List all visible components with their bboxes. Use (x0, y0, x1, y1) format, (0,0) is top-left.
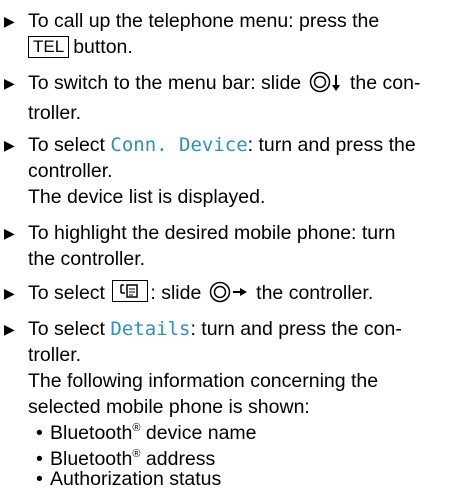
step-text: To select Details: turn and press the co… (28, 316, 454, 368)
step-text-part: To select (28, 134, 105, 156)
step-marker-icon: ▶ (4, 13, 15, 29)
step-result-part: The following information concerning the (28, 370, 379, 392)
step-select-conn-device: ▶ To select Conn. Device: turn and press… (4, 132, 454, 210)
phonebook-icon (112, 280, 149, 302)
step-text-part: troller. (28, 102, 82, 124)
step-marker-icon: ▶ (4, 137, 15, 153)
bullet-text: Bluetooth (50, 422, 133, 444)
step-text: To switch to the menu bar: slide the con… (28, 70, 454, 126)
list-item-authorization-status: • Authorization status (36, 466, 221, 492)
step-text-part: troller. (28, 344, 82, 366)
list-item-device-name: • Bluetooth® device name (36, 420, 257, 446)
step-call-telephone-menu: ▶ To call up the telephone menu: press t… (4, 8, 454, 60)
step-text-part: : turn and press the con- (190, 318, 402, 340)
step-text-part: To switch to the menu bar: slide (28, 72, 302, 94)
step-marker-icon: ▶ (4, 321, 15, 337)
bullet-text: device name (140, 422, 257, 444)
step-switch-menu-bar: ▶ To switch to the menu bar: slide the c… (4, 70, 454, 126)
step-result-part: selected mobile phone is shown: (28, 396, 310, 418)
step-text: To select : slide the controller. (28, 280, 454, 310)
step-marker-icon: ▶ (4, 285, 15, 301)
registered-mark: ® (132, 448, 141, 460)
tel-key: TEL (28, 36, 70, 58)
step-text: To call up the telephone menu: press the… (28, 8, 454, 60)
step-highlight-phone: ▶ To highlight the desired mobile phone:… (4, 220, 454, 272)
step-result: The following information concerning the… (28, 368, 454, 420)
step-text-part: To select (28, 318, 105, 340)
bullet-text: Authorization status (50, 468, 222, 490)
step-text-part: To call up the telephone menu: press the (28, 10, 380, 32)
controller-slide-down-icon (309, 71, 343, 100)
step-text-part: controller. (28, 160, 113, 182)
manual-page: ▶ To call up the telephone menu: press t… (0, 0, 462, 490)
step-text-part: the controller. (256, 282, 374, 304)
step-result: The device list is displayed. (28, 186, 266, 208)
step-text-part: To highlight the desired mobile phone: t… (28, 222, 396, 244)
controller-slide-right-icon (209, 281, 249, 310)
menu-item-conn-device: Conn. Device (110, 134, 248, 156)
bullet-icon: • (36, 422, 43, 444)
step-marker-icon: ▶ (4, 225, 15, 241)
menu-item-details: Details (110, 318, 191, 340)
step-text-part: the con- (349, 72, 421, 94)
step-select-phonebook: ▶ To select : slide the controller. (4, 280, 454, 310)
step-marker-icon: ▶ (4, 75, 15, 91)
bullet-icon: • (36, 468, 43, 490)
registered-mark: ® (132, 422, 141, 434)
step-text-part: button. (73, 36, 133, 58)
step-text-part: To select (28, 282, 105, 304)
step-text-part: the controller. (28, 248, 146, 270)
step-text: To highlight the desired mobile phone: t… (28, 220, 454, 272)
step-select-details: ▶ To select Details: turn and press the … (4, 316, 454, 420)
step-text-part: : slide (150, 282, 202, 304)
step-text: To select Conn. Device: turn and press t… (28, 132, 454, 184)
step-text-part: : turn and press the (247, 134, 416, 156)
